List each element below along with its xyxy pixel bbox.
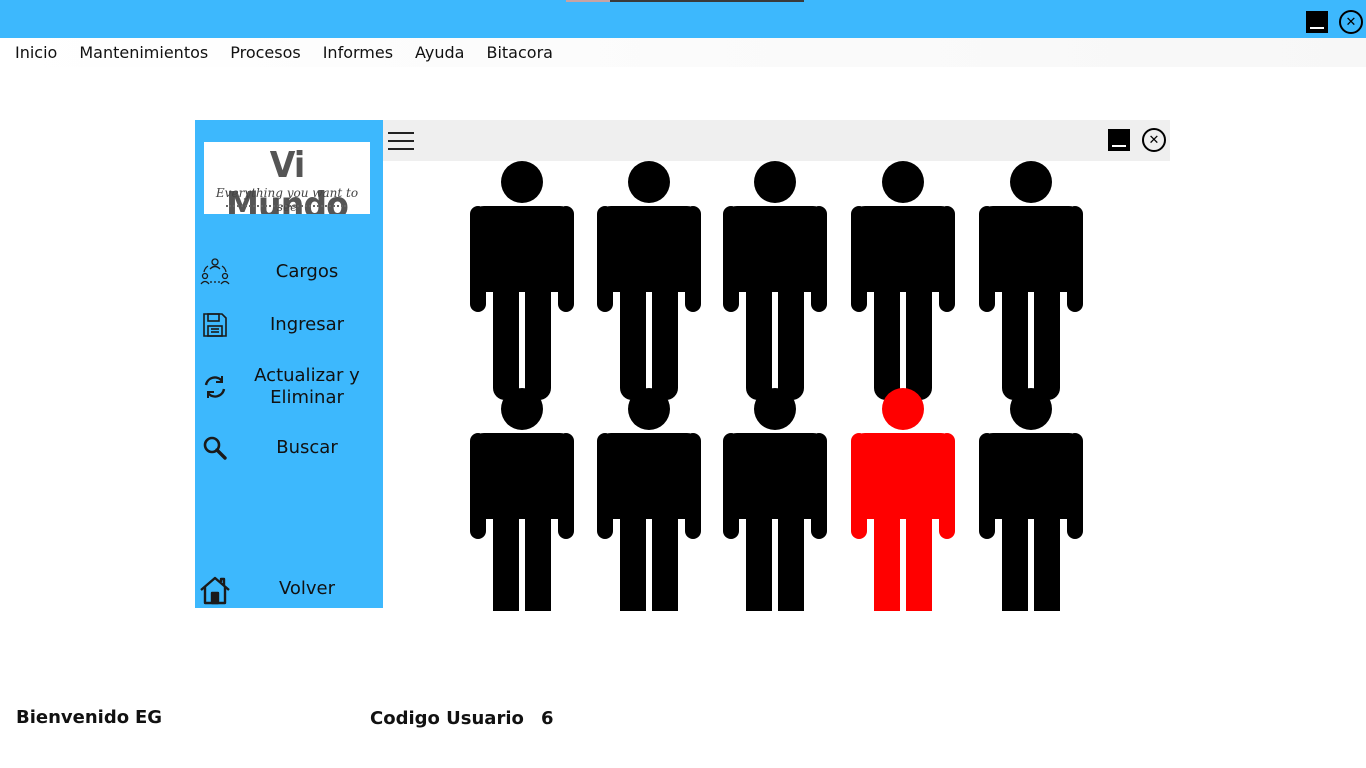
main-close-button[interactable]: ✕ <box>1339 10 1363 34</box>
home-icon <box>199 574 231 606</box>
sidebar: Vi Mundo Everything you want to see Carg… <box>195 120 383 608</box>
main-minimize-button[interactable] <box>1306 11 1328 33</box>
person-figure <box>979 388 1083 611</box>
person-figure <box>723 161 827 400</box>
menu-informes[interactable]: Informes <box>312 43 404 62</box>
child-window-header: ✕ <box>383 120 1170 161</box>
sidebar-item-actualizar[interactable]: Actualizar y Eliminar <box>195 364 383 410</box>
sidebar-label-actualizar: Actualizar y Eliminar <box>254 365 360 408</box>
sidebar-item-ingresar[interactable]: Ingresar <box>195 309 383 341</box>
child-close-button[interactable]: ✕ <box>1142 128 1166 152</box>
menu-procesos[interactable]: Procesos <box>219 43 311 62</box>
user-code: 6 <box>541 708 554 729</box>
menu-bar: Inicio Mantenimientos Procesos Informes … <box>0 38 1366 67</box>
title-progress-accent <box>566 0 610 2</box>
save-icon <box>199 309 231 341</box>
sidebar-label-volver: Volver <box>278 578 336 599</box>
logo-dotted-rule <box>226 205 346 207</box>
welcome-label: Bienvenido <box>16 707 130 728</box>
sidebar-item-buscar[interactable]: Buscar <box>195 432 383 464</box>
vimundo-logo: Vi Mundo Everything you want to see <box>204 142 370 214</box>
logo-tagline: Everything you want to see <box>215 186 359 214</box>
person-figure-highlighted <box>851 388 955 611</box>
sidebar-label-buscar: Buscar <box>276 437 338 458</box>
sidebar-item-cargos[interactable]: Cargos <box>195 255 383 289</box>
close-icon: ✕ <box>1345 14 1357 30</box>
sidebar-item-volver[interactable]: Volver <box>195 573 383 607</box>
user-code-label: Codigo Usuario <box>370 708 524 729</box>
person-figure <box>597 388 701 611</box>
menu-mantenimientos[interactable]: Mantenimientos <box>68 43 219 62</box>
close-icon: ✕ <box>1148 132 1160 148</box>
person-figure <box>723 388 827 611</box>
search-icon <box>199 432 231 464</box>
menu-inicio[interactable]: Inicio <box>4 43 68 62</box>
child-minimize-button[interactable] <box>1108 129 1130 151</box>
person-figure <box>597 161 701 400</box>
menu-bitacora[interactable]: Bitacora <box>475 43 563 62</box>
hamburger-menu-icon[interactable] <box>388 132 414 150</box>
refresh-icon <box>199 371 231 403</box>
menu-ayuda[interactable]: Ayuda <box>404 43 475 62</box>
person-figure <box>470 161 574 400</box>
sidebar-label-ingresar: Ingresar <box>269 314 345 335</box>
people-graphic <box>470 161 1083 611</box>
person-figure <box>470 388 574 611</box>
person-figure <box>979 161 1083 400</box>
main-title-bar: ✕ <box>0 0 1366 38</box>
sidebar-label-cargos: Cargos <box>275 261 339 282</box>
person-figure <box>851 161 955 400</box>
user-name: EG <box>135 707 163 728</box>
org-chart-icon <box>199 256 231 288</box>
